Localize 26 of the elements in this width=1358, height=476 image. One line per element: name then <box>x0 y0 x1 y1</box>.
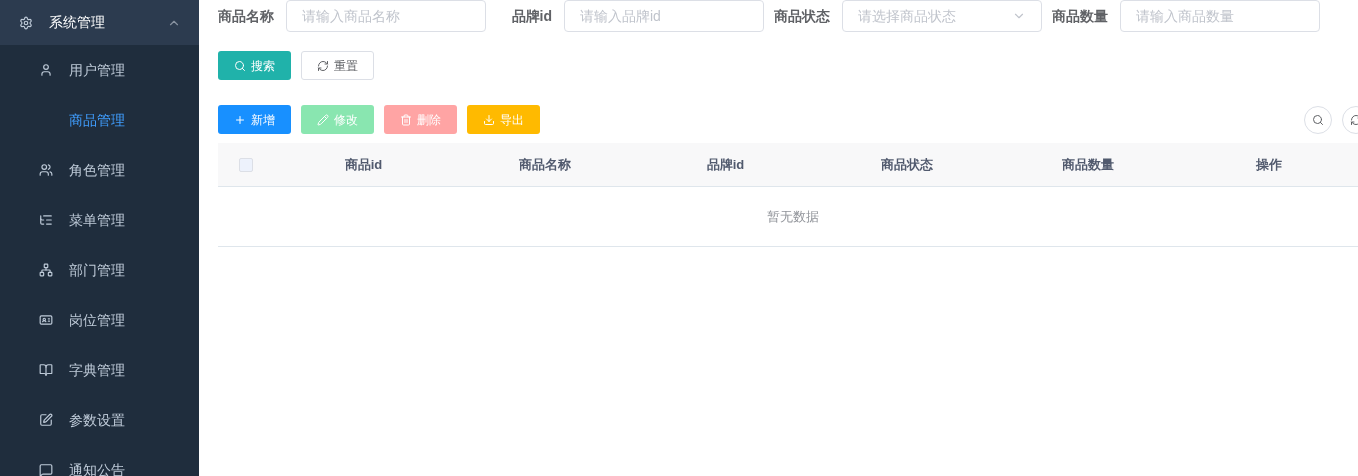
sidebar-item[interactable]: 部门管理 <box>0 245 199 295</box>
input-field[interactable]: 请输入品牌id <box>564 0 764 32</box>
sidebar-item[interactable]: 用户管理 <box>0 45 199 95</box>
sidebar-item[interactable]: 字典管理 <box>0 345 199 395</box>
empty-text: 暂无数据 <box>767 207 819 226</box>
reset-button[interactable]: 重置 <box>301 51 374 80</box>
filter-label: 商品名称 <box>218 6 275 26</box>
input-field[interactable]: 请输入商品名称 <box>286 0 486 32</box>
sidebar-item[interactable]: 角色管理 <box>0 145 199 195</box>
column-header: 商品名称 <box>517 155 572 174</box>
sidebar-item[interactable]: 岗位管理 <box>0 295 199 345</box>
column-header: 商品id <box>343 155 384 174</box>
input-field[interactable]: 请输入商品数量 <box>1120 0 1320 32</box>
column-header: 商品状态 <box>879 155 934 174</box>
sidebar-item[interactable]: 参数设置 <box>0 395 199 445</box>
filter-label: 商品数量 <box>1052 6 1109 26</box>
filter-label: 商品状态 <box>774 6 831 26</box>
filter-label: 品牌id <box>510 6 553 26</box>
sidebar-item[interactable]: 商品管理 <box>0 95 199 145</box>
sidebar-item[interactable]: 菜单管理 <box>0 195 199 245</box>
column-header: 品牌id <box>705 155 746 174</box>
group-label: 系统管理 <box>49 13 105 32</box>
column-header: 商品数量 <box>1060 155 1115 174</box>
column-header: 操作 <box>1254 155 1283 174</box>
sidebar-group[interactable]: 系统管理 <box>0 0 199 45</box>
sidebar-item[interactable]: 通知公告 <box>0 445 199 476</box>
